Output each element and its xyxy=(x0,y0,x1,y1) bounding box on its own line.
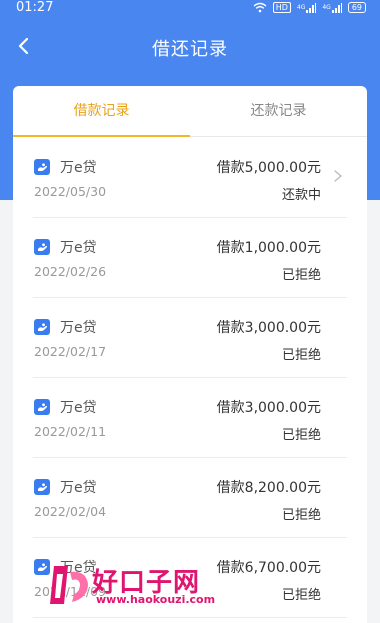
record-name: 万e贷 xyxy=(60,320,97,336)
record-row[interactable]: 万e贷 2022/02/26 借款1,000.00元 已拒绝 xyxy=(13,218,367,298)
records-card: 借款记录 还款记录 万e贷 2022/05/30 借款5,000.00元 还款中… xyxy=(13,86,367,623)
record-row[interactable]: 万e贷 2022/05/30 借款5,000.00元 还款中 xyxy=(13,138,367,218)
record-status: 已拒绝 xyxy=(281,508,321,523)
record-amount: 借款5,000.00元 xyxy=(216,160,321,176)
record-status: 已拒绝 xyxy=(281,588,321,603)
loan-app-icon xyxy=(34,479,50,495)
record-name: 万e贷 xyxy=(60,480,97,496)
signal-icon-2: 4G xyxy=(322,2,342,13)
tab-bar: 借款记录 还款记录 xyxy=(13,86,367,137)
loan-app-icon xyxy=(34,159,50,175)
record-date: 2022/02/26 xyxy=(34,264,107,279)
loan-app-icon xyxy=(34,399,50,415)
signal-icon: 4G xyxy=(296,2,317,13)
record-status: 还款中 xyxy=(281,188,321,203)
navbar: 借还记录 xyxy=(0,30,380,64)
record-date: 2022/05/30 xyxy=(34,184,107,199)
loan-app-icon xyxy=(34,319,50,335)
tab-active-indicator xyxy=(13,135,190,137)
record-amount: 借款3,000.00元 xyxy=(216,320,321,336)
wifi-icon xyxy=(253,2,267,13)
battery-icon: 69 xyxy=(347,2,366,13)
record-row[interactable]: 万e贷 2022/02/11 借款3,000.00元 已拒绝 xyxy=(13,378,367,458)
chevron-right-icon xyxy=(334,170,343,182)
status-icons: HD 4G 4G 69 xyxy=(253,2,366,13)
record-name: 万e贷 xyxy=(60,240,97,256)
page-title: 借还记录 xyxy=(152,39,228,60)
loan-app-icon xyxy=(34,239,50,255)
record-date: 2022/02/04 xyxy=(34,504,107,519)
tab-borrow-records[interactable]: 借款记录 xyxy=(13,86,190,136)
watermark-logo-icon xyxy=(50,566,88,604)
tab-repay-records[interactable]: 还款记录 xyxy=(190,86,367,136)
hd-badge: HD xyxy=(272,2,291,13)
record-amount: 借款3,000.00元 xyxy=(216,400,321,416)
record-row[interactable]: 万e贷 2022/02/04 借款8,200.00元 已拒绝 xyxy=(13,458,367,538)
status-bar: 01:27 HD 4G 4G 69 xyxy=(0,0,380,18)
record-date: 2022/02/11 xyxy=(34,424,107,439)
record-amount: 借款1,000.00元 xyxy=(216,240,321,256)
signal-label-2: 4G xyxy=(322,4,331,11)
signal-label: 4G xyxy=(296,4,306,11)
record-name: 万e贷 xyxy=(60,400,97,416)
watermark-url: www.haokouzi.com xyxy=(96,593,216,606)
status-time: 01:27 xyxy=(16,0,54,15)
record-name: 万e贷 xyxy=(60,160,97,176)
watermark: 好口子网 www.haokouzi.com xyxy=(48,562,278,610)
record-status: 已拒绝 xyxy=(281,348,321,363)
record-row[interactable]: 万e贷 2022/02/17 借款3,000.00元 已拒绝 xyxy=(13,298,367,378)
record-amount: 借款8,200.00元 xyxy=(216,480,321,496)
record-date: 2022/02/17 xyxy=(34,344,107,359)
divider xyxy=(33,617,347,618)
record-status: 已拒绝 xyxy=(281,268,321,283)
record-status: 已拒绝 xyxy=(281,428,321,443)
